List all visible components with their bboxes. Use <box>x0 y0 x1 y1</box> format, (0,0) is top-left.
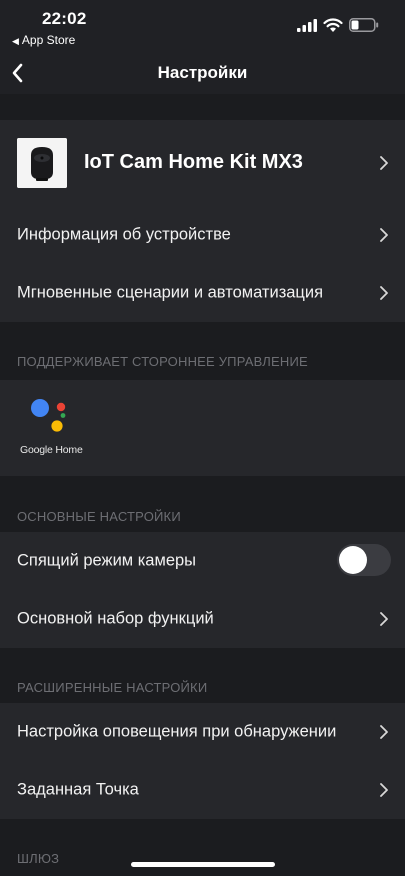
camera-image <box>17 138 67 188</box>
device-info-row[interactable]: Информация об устройстве <box>0 206 405 264</box>
chevron-right-icon <box>380 725 388 739</box>
device-info-label: Информация об устройстве <box>17 225 231 244</box>
back-app-label: App Store <box>21 33 76 47</box>
navigation-bar: Настройки <box>0 52 405 94</box>
sleep-mode-toggle[interactable] <box>337 544 391 576</box>
basic-settings-title: ОСНОВНЫЕ НАСТРОЙКИ <box>17 509 181 524</box>
page-title: Настройки <box>157 63 248 82</box>
scenes-automation-row[interactable]: Мгновенные сценарии и автоматизация <box>0 264 405 322</box>
preset-point-row[interactable]: Заданная Точка <box>0 761 405 819</box>
basic-features-label: Основной набор функций <box>17 609 214 628</box>
gateway-section-title: ШЛЮЗ <box>17 851 60 866</box>
scenes-automation-label: Мгновенные сценарии и автоматизация <box>17 283 324 302</box>
basic-features-row[interactable]: Основной набор функций <box>0 590 405 648</box>
back-to-app-link[interactable]: ◀ App Store <box>12 33 75 47</box>
chevron-right-icon <box>380 783 388 797</box>
triangle-left-icon: ◀ <box>12 36 19 46</box>
device-thumbnail <box>17 138 67 188</box>
chevron-right-icon <box>380 286 388 300</box>
cellular-signal-icon <box>297 19 317 32</box>
home-indicator[interactable] <box>131 862 275 867</box>
status-time: 22:02 <box>42 9 87 28</box>
toggle-knob <box>339 546 367 574</box>
chevron-right-icon <box>380 156 388 170</box>
chevron-right-icon <box>380 228 388 242</box>
google-assistant-icon <box>31 399 66 432</box>
advanced-settings-title: РАСШИРЕННЫЕ НАСТРОЙКИ <box>17 680 208 695</box>
sleep-mode-label: Спящий режим камеры <box>17 551 197 570</box>
device-name: IoT Cam Home Kit MX3 <box>84 151 303 173</box>
preset-point-label: Заданная Точка <box>17 780 139 799</box>
wifi-icon <box>323 18 343 32</box>
detection-alert-label: Настройка оповещения при обнаружении <box>17 722 337 741</box>
status-bar: 22:02 ◀ App Store <box>0 0 405 52</box>
detection-alert-row[interactable]: Настройка оповещения при обнаружении <box>0 703 405 761</box>
google-home-label: Google Home <box>20 444 83 456</box>
battery-icon <box>349 18 379 32</box>
third-party-section-title: ПОДДЕРЖИВАЕТ СТОРОННЕЕ УПРАВЛЕНИЕ <box>17 354 308 369</box>
chevron-right-icon <box>380 612 388 626</box>
